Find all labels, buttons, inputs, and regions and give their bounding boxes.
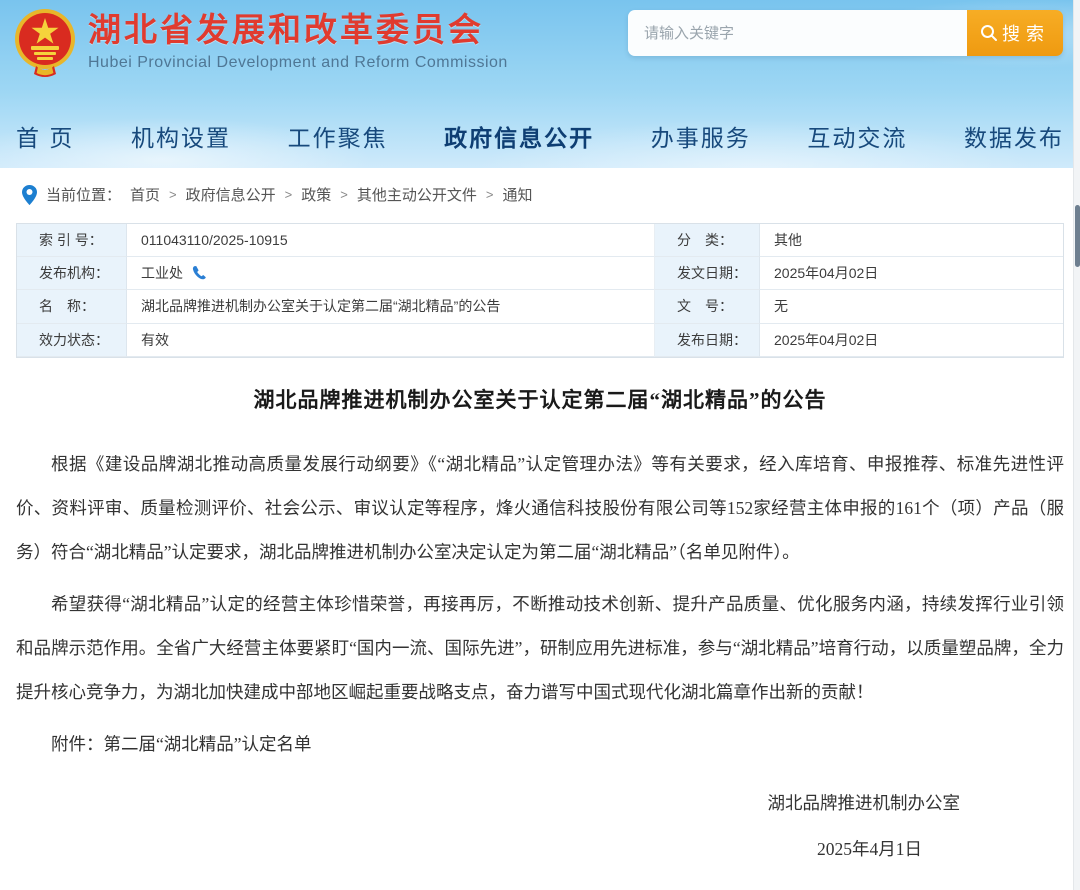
breadcrumb-policy[interactable]: 政策	[301, 184, 331, 205]
breadcrumb: 当前位置： 首页 > 政府信息公开 > 政策 > 其他主动公开文件 > 通知	[0, 168, 1080, 217]
meta-value-index-number: 011043110/2025-10915	[127, 224, 655, 257]
site-header: 湖北省发展和改革委员会 Hubei Provincial Development…	[0, 0, 1080, 168]
search-box: 搜索	[628, 10, 1063, 56]
signature-block: 湖北品牌推进机制办公室 2025年4月1日	[16, 788, 1064, 864]
meta-label-index-number: 索 引 号：	[17, 224, 127, 257]
nav-item-services[interactable]: 办事服务	[651, 119, 751, 153]
breadcrumb-gov-info[interactable]: 政府信息公开	[186, 184, 276, 205]
meta-label-publish-date: 发布日期：	[655, 324, 760, 357]
breadcrumb-other-open-docs[interactable]: 其他主动公开文件	[357, 184, 477, 205]
meta-value-issuing-agency: 工业处	[127, 257, 655, 290]
meta-label-issuing-agency: 发布机构：	[17, 257, 127, 290]
breadcrumb-separator: >	[486, 187, 494, 202]
scrollbar-track[interactable]	[1073, 0, 1080, 890]
meta-value-doc-number: 无	[760, 290, 1063, 323]
site-subtitle: Hubei Provincial Development and Reform …	[88, 54, 508, 72]
search-input[interactable]	[628, 10, 967, 56]
article: 湖北品牌推进机制办公室关于认定第二届“湖北精品”的公告 根据《建设品牌湖北推动高…	[0, 358, 1080, 864]
meta-label-category: 分 类：	[655, 224, 760, 257]
breadcrumb-notice[interactable]: 通知	[502, 184, 532, 205]
site-logo[interactable]: 湖北省发展和改革委员会 Hubei Provincial Development…	[14, 8, 508, 78]
breadcrumb-separator: >	[340, 187, 348, 202]
meta-value-title: 湖北品牌推进机制办公室关于认定第二届“湖北精品”的公告	[127, 290, 655, 323]
signature-org: 湖北品牌推进机制办公室	[16, 788, 1064, 818]
scrollbar-thumb[interactable]	[1075, 205, 1080, 267]
phone-icon[interactable]	[191, 265, 207, 281]
search-button-label: 搜索	[1002, 20, 1050, 46]
breadcrumb-separator: >	[169, 187, 177, 202]
attachment-line[interactable]: 附件：第二届“湖北精品”认定名单	[16, 722, 1064, 766]
meta-value-category: 其他	[760, 224, 1063, 257]
site-title: 湖北省发展和改革委员会	[88, 8, 508, 52]
meta-label-issue-date: 发文日期：	[655, 257, 760, 290]
nav-item-org[interactable]: 机构设置	[131, 119, 231, 153]
meta-label-validity-status: 效力状态：	[17, 324, 127, 357]
search-icon	[980, 24, 998, 42]
nav-item-interaction[interactable]: 互动交流	[807, 119, 907, 153]
search-button[interactable]: 搜索	[967, 10, 1063, 56]
article-body: 根据《建设品牌湖北推动高质量发展行动纲要》《“湖北精品”认定管理办法》等有关要求…	[16, 442, 1064, 766]
nav-item-home[interactable]: 首 页	[16, 119, 74, 153]
article-title: 湖北品牌推进机制办公室关于认定第二届“湖北精品”的公告	[16, 384, 1064, 414]
signature-date: 2025年4月1日	[16, 834, 1064, 864]
nav-item-work-focus[interactable]: 工作聚焦	[288, 119, 388, 153]
nav-item-gov-info[interactable]: 政府信息公开	[444, 119, 594, 153]
article-paragraph-1: 根据《建设品牌湖北推动高质量发展行动纲要》《“湖北精品”认定管理办法》等有关要求…	[16, 442, 1064, 574]
meta-value-issue-date: 2025年04月02日	[760, 257, 1063, 290]
national-emblem-icon	[14, 8, 76, 78]
location-pin-icon	[22, 185, 37, 205]
main-nav: 首 页 机构设置 工作聚焦 政府信息公开 办事服务 互动交流 数据发布	[0, 110, 1080, 168]
issuing-agency-text: 工业处	[141, 264, 183, 282]
breadcrumb-home[interactable]: 首页	[130, 184, 160, 205]
meta-label-title: 名 称：	[17, 290, 127, 323]
nav-item-data[interactable]: 数据发布	[964, 119, 1064, 153]
article-paragraph-2: 希望获得“湖北精品”认定的经营主体珍惜荣誉，再接再厉，不断推动技术创新、提升产品…	[16, 582, 1064, 714]
meta-value-publish-date: 2025年04月02日	[760, 324, 1063, 357]
breadcrumb-separator: >	[285, 187, 293, 202]
meta-value-validity-status: 有效	[127, 324, 655, 357]
document-meta-table: 索 引 号： 011043110/2025-10915 分 类： 其他 发布机构…	[16, 223, 1064, 358]
breadcrumb-prefix: 当前位置：	[46, 184, 121, 205]
meta-label-doc-number: 文 号：	[655, 290, 760, 323]
